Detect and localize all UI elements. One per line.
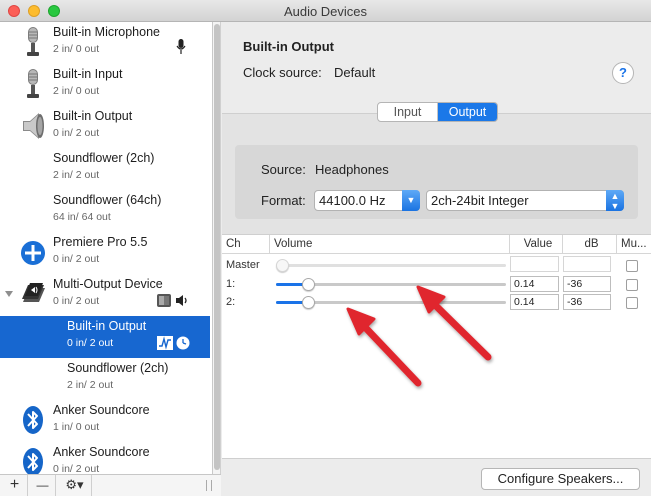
device-row-built-in-output[interactable]: Built-in Output 0 in/ 2 out (0, 106, 210, 148)
device-row-built-in-output-sub[interactable]: Built-in Output 0 in/ 2 out (0, 316, 210, 358)
col-header-mute[interactable]: Mu... (617, 235, 651, 254)
col-header-ch[interactable]: Ch (222, 235, 270, 254)
device-row-built-in-microphone[interactable]: Built-in Microphone 2 in/ 0 out (0, 22, 210, 64)
speaker-icon (23, 113, 44, 139)
device-name: Soundflower (2ch) (53, 151, 155, 165)
source-label: Source: (261, 162, 306, 177)
device-row-soundflower-2ch[interactable]: Soundflower (2ch) 2 in/ 2 out (0, 148, 210, 190)
chevron-down-icon: ▼ (402, 190, 420, 211)
device-name: Soundflower (2ch) (67, 361, 169, 375)
slider-knob[interactable] (276, 259, 289, 272)
col-header-value[interactable]: Value (510, 235, 563, 254)
bottom-bar: Configure Speakers... (222, 458, 651, 496)
device-channels: 2 in/ 2 out (67, 379, 114, 391)
input-output-tabs[interactable]: Input Output (377, 102, 498, 122)
device-name: Built-in Output (53, 109, 133, 123)
help-button[interactable]: ? (612, 62, 634, 84)
channel-1-value-field[interactable]: 0.14 (510, 276, 559, 292)
sidebar-toolbar: + — ⚙▾ (0, 474, 221, 496)
device-title: Built-in Output (243, 39, 334, 54)
device-channels: 0 in/ 2 out (53, 463, 100, 474)
device-name: Anker Soundcore (53, 403, 150, 417)
channel-2-mute-checkbox[interactable] (626, 297, 638, 309)
channel-2-volume-slider[interactable] (276, 296, 506, 309)
tab-output[interactable]: Output (438, 103, 497, 121)
updown-chevron-icon: ▲ ▼ (606, 190, 624, 211)
sample-rate-value: 44100.0 Hz (319, 193, 386, 208)
waveform-icon (157, 336, 173, 350)
device-channels: 64 in/ 64 out (53, 211, 111, 223)
device-name: Multi-Output Device (53, 277, 163, 291)
tab-input[interactable]: Input (378, 103, 438, 121)
channel-2-db-field[interactable]: -36 (563, 294, 611, 310)
device-name: Anker Soundcore (53, 445, 150, 459)
resize-grip-icon[interactable] (206, 480, 212, 491)
sidebar-scroll-thumb[interactable] (214, 24, 220, 470)
channel-label: 1: (226, 278, 236, 290)
device-channels: 0 in/ 2 out (67, 337, 114, 349)
channel-label: Master (226, 259, 260, 271)
sidebar-scrollbar[interactable] (213, 22, 221, 474)
device-row-premiere-pro[interactable]: Premiere Pro 5.5 0 in/ 2 out (0, 232, 210, 274)
title-bar: Audio Devices (0, 0, 651, 22)
speaker-output-icon (176, 295, 187, 306)
channel-1-mute-checkbox[interactable] (626, 279, 638, 291)
device-row-anker-soundcore-in[interactable]: Anker Soundcore 1 in/ 0 out (0, 400, 210, 442)
device-row-built-in-input[interactable]: Built-in Input 2 in/ 0 out (0, 64, 210, 106)
master-value-field[interactable] (510, 256, 559, 272)
window-title: Audio Devices (283, 4, 368, 19)
channel-label: 2: (226, 296, 236, 308)
gear-menu-button[interactable]: ⚙▾ (58, 475, 92, 496)
device-name: Soundflower (64ch) (53, 193, 162, 207)
microphone-icon (27, 69, 39, 98)
remove-device-button[interactable]: — (30, 475, 56, 496)
device-channels: 0 in/ 2 out (53, 127, 100, 139)
input-mic-icon (176, 39, 186, 54)
format-label: Format: (261, 193, 306, 208)
device-name: Built-in Output (67, 319, 147, 333)
bit-depth-select[interactable]: 2ch-24bit Integer ▲ ▼ (426, 190, 624, 211)
channel-1-db-field[interactable]: -36 (563, 276, 611, 292)
clock-source-value[interactable]: Default (334, 65, 375, 80)
channel-1-volume-slider[interactable] (276, 278, 506, 291)
configure-speakers-button[interactable]: Configure Speakers... (481, 468, 640, 490)
device-channels: 2 in/ 0 out (53, 85, 100, 97)
slider-knob[interactable] (302, 278, 315, 291)
device-row-anker-soundcore-out[interactable]: Anker Soundcore 0 in/ 2 out (0, 442, 210, 474)
device-list[interactable]: Built-in Microphone 2 in/ 0 out Built-in… (0, 22, 213, 474)
master-mute-checkbox[interactable] (626, 260, 638, 272)
sample-rate-select[interactable]: 44100.0 Hz ▼ (314, 190, 420, 211)
clock-icon (176, 336, 190, 350)
bluetooth-icon (23, 448, 43, 474)
channel-2-value-field[interactable]: 0.14 (510, 294, 559, 310)
master-db-field[interactable] (563, 256, 611, 272)
device-name: Built-in Microphone (53, 25, 160, 39)
finder-icon (157, 294, 171, 307)
bluetooth-icon (23, 406, 43, 434)
slider-knob[interactable] (302, 296, 315, 309)
device-row-soundflower-2ch-sub[interactable]: Soundflower (2ch) 2 in/ 2 out (0, 358, 210, 400)
device-row-soundflower-64ch[interactable]: Soundflower (64ch) 64 in/ 64 out (0, 190, 210, 232)
device-row-multi-output[interactable]: Multi-Output Device 0 in/ 2 out (0, 274, 210, 316)
device-channels: 2 in/ 2 out (53, 169, 100, 181)
clock-source-label: Clock source: (243, 65, 322, 80)
disclosure-triangle-icon[interactable] (5, 290, 13, 298)
device-channels: 1 in/ 0 out (53, 421, 100, 433)
device-name: Premiere Pro 5.5 (53, 235, 148, 249)
multi-output-icon (22, 283, 45, 302)
plus-circle-icon (21, 241, 45, 265)
master-volume-slider[interactable] (276, 259, 506, 272)
device-channels: 2 in/ 0 out (53, 43, 100, 55)
col-header-db[interactable]: dB (563, 235, 617, 254)
device-channels: 0 in/ 2 out (53, 253, 100, 265)
bit-depth-value: 2ch-24bit Integer (431, 193, 529, 208)
source-value: Headphones (315, 162, 389, 177)
device-name: Built-in Input (53, 67, 123, 81)
microphone-icon (27, 27, 39, 56)
add-device-button[interactable]: + (2, 475, 28, 496)
device-channels: 0 in/ 2 out (53, 295, 100, 307)
col-header-volume[interactable]: Volume (270, 235, 510, 254)
channel-volume-table: Ch Volume Value dB Mu... Master 1: 0.14 … (222, 234, 651, 458)
